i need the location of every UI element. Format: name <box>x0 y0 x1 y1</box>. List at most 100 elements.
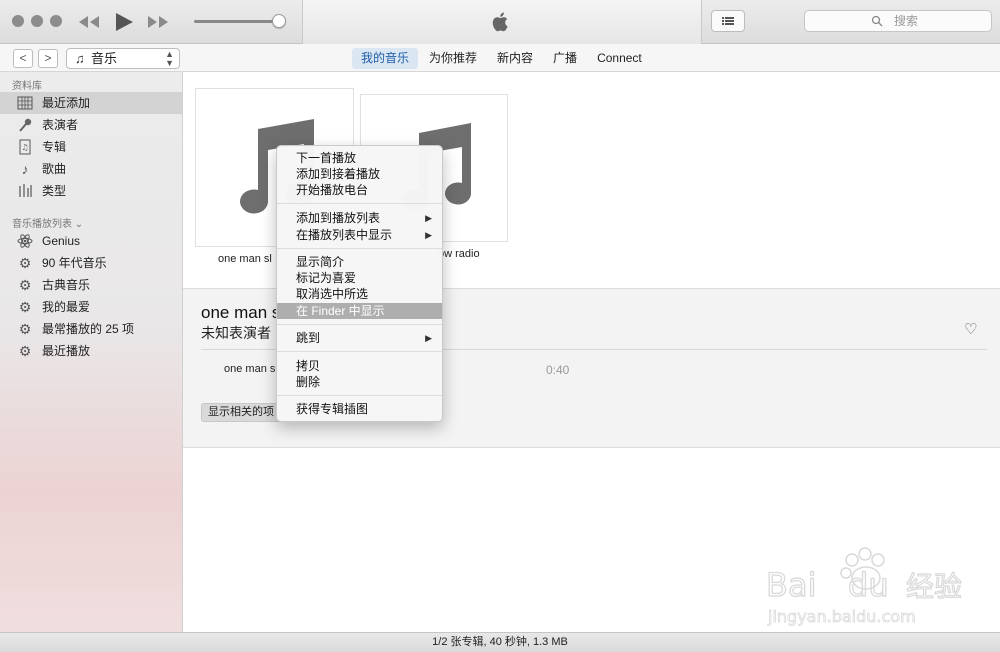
album-detail-title: one man s <box>201 303 281 322</box>
sidebar-item-my-favorites[interactable]: ⚙ 我的最爱 <box>0 296 182 318</box>
svg-text:Bai: Bai <box>766 566 816 604</box>
fast-forward-icon <box>148 16 168 28</box>
album-detail-artist: 未知表演者 <box>201 325 271 341</box>
sidebar-item-label: Genius <box>42 234 81 248</box>
menu-item-love[interactable]: 标记为喜爱 <box>277 270 442 286</box>
svg-text:du: du <box>848 566 889 604</box>
menu-item-show-in-finder[interactable]: 在 Finder 中显示 <box>277 303 442 319</box>
svg-text:♫: ♫ <box>21 143 28 152</box>
menu-item-copy[interactable]: 拷贝 <box>277 358 442 374</box>
sidebar-item-label: 最近添加 <box>42 96 91 110</box>
rewind-button[interactable] <box>77 8 101 36</box>
menu-item-get-info[interactable]: 显示简介 <box>277 254 442 270</box>
sidebar-item-artists[interactable]: 表演者 <box>0 114 182 136</box>
sidebar-item-label: 90 年代音乐 <box>42 256 107 270</box>
chevron-left-icon: < <box>19 51 27 65</box>
fast-forward-button[interactable] <box>146 8 170 36</box>
sidebar-item-90s-music[interactable]: ⚙ 90 年代音乐 <box>0 252 182 274</box>
submenu-arrow-icon: ▶ <box>425 213 432 223</box>
sidebar-item-classical[interactable]: ⚙ 古典音乐 <box>0 274 182 296</box>
chevron-right-icon: > <box>44 51 52 65</box>
sidebar-item-top-25[interactable]: ⚙ 最常播放的 25 项 <box>0 318 182 340</box>
svg-text:经验: 经验 <box>906 570 962 603</box>
sidebar-item-genres[interactable]: 类型 <box>0 180 182 202</box>
tab-radio[interactable]: 广播 <box>544 48 586 69</box>
sidebar-item-label: 类型 <box>42 184 67 198</box>
tab-new[interactable]: 新内容 <box>488 48 542 69</box>
sidebar-item-label: 专辑 <box>42 140 67 154</box>
submenu-arrow-icon: ▶ <box>425 333 432 343</box>
volume-knob[interactable] <box>272 14 286 28</box>
track-title[interactable]: one man s <box>224 363 275 375</box>
apple-icon <box>492 12 508 32</box>
menu-item-delete[interactable]: 删除 <box>277 374 442 390</box>
library-header: 资料库 <box>12 81 42 92</box>
album-title[interactable]: ow radio <box>438 248 480 260</box>
tab-for-you[interactable]: 为你推荐 <box>420 48 486 69</box>
up-next-list-button[interactable] <box>711 10 745 32</box>
back-button[interactable]: < <box>13 49 33 68</box>
show-related-button[interactable]: 显示相关的项 <box>201 403 283 422</box>
status-text: 1/2 张专辑, 40 秒钟, 1.3 MB <box>432 636 568 648</box>
menu-item-uncheck-selection[interactable]: 取消选中所选 <box>277 286 442 302</box>
search-placeholder: 搜索 <box>893 14 918 28</box>
gear-icon: ⚙ <box>18 321 32 337</box>
list-icon <box>722 17 734 25</box>
gear-icon: ⚙ <box>18 299 32 315</box>
media-source-select[interactable]: ♫ 音乐 ▲ ▼ <box>66 48 180 69</box>
sidebar: 资料库 最近添加 表演者 ♫ 专辑 ♪ 歌曲 类型 音乐播放列表 ⌄ Geniu… <box>0 72 183 632</box>
menu-separator <box>277 203 442 204</box>
menu-item-go-to[interactable]: 跳到 ▶ <box>277 330 442 346</box>
menu-separator <box>277 324 442 325</box>
gear-icon: ⚙ <box>18 255 32 271</box>
menu-item-add-to-playlist[interactable]: 添加到播放列表 ▶ <box>277 210 442 226</box>
zoom-window-button[interactable] <box>50 15 62 27</box>
menu-item-start-station[interactable]: 开始播放电台 <box>277 182 442 198</box>
menu-item-play-next[interactable]: 下一首播放 <box>277 150 442 166</box>
sidebar-item-recently-played[interactable]: ⚙ 最近播放 <box>0 340 182 362</box>
close-window-button[interactable] <box>12 15 24 27</box>
svg-text:jingyan.baidu.com: jingyan.baidu.com <box>767 607 916 626</box>
context-menu: 下一首播放 添加到接着播放 开始播放电台 添加到播放列表 ▶ 在播放列表中显示 ▶ … <box>276 145 443 422</box>
grid-icon <box>17 95 33 111</box>
sidebar-item-label: 表演者 <box>42 118 79 132</box>
sidebar-item-label: 最常播放的 25 项 <box>42 322 135 336</box>
sidebar-item-label: 最近播放 <box>42 344 91 358</box>
note-icon: ♪ <box>21 161 29 177</box>
media-source-label: 音乐 <box>91 51 118 66</box>
sidebar-item-label: 歌曲 <box>42 162 67 176</box>
atom-icon <box>17 233 33 249</box>
heart-icon[interactable]: ♡ <box>964 322 980 337</box>
tab-connect[interactable]: Connect <box>588 48 651 69</box>
album-title[interactable]: one man sl <box>218 253 272 265</box>
menu-item-add-to-up-next[interactable]: 添加到接着播放 <box>277 166 442 182</box>
forward-button[interactable]: > <box>38 49 58 68</box>
chevron-down-icon: ⌄ <box>72 219 84 230</box>
itunes-window: 搜索 < > ♫ 音乐 ▲ ▼ 我的音乐 为你推荐 新内容 广播 Connect 资料库 … <box>0 0 1000 652</box>
volume-slider[interactable] <box>194 20 282 23</box>
library-tabs: 我的音乐 为你推荐 新内容 广播 Connect <box>352 48 653 69</box>
sidebar-item-genius[interactable]: Genius <box>0 230 182 252</box>
menu-item-get-album-artwork[interactable]: 获得专辑插图 <box>277 401 442 417</box>
updown-chevron-icon: ▲ ▼ <box>165 49 174 68</box>
sidebar-item-label: 古典音乐 <box>42 278 91 292</box>
search-field[interactable]: 搜索 <box>804 10 992 32</box>
tab-my-music[interactable]: 我的音乐 <box>352 48 419 69</box>
play-button[interactable] <box>113 8 135 36</box>
playlists-header[interactable]: 音乐播放列表 ⌄ <box>12 215 83 230</box>
title-bar: 搜索 <box>0 0 1000 44</box>
sidebar-item-albums[interactable]: ♫ 专辑 <box>0 136 182 158</box>
menu-item-show-in-playlist[interactable]: 在播放列表中显示 ▶ <box>277 227 442 243</box>
play-icon <box>116 13 133 31</box>
search-icon <box>871 15 883 27</box>
gear-icon: ⚙ <box>18 343 32 359</box>
minimize-window-button[interactable] <box>31 15 43 27</box>
submenu-arrow-icon: ▶ <box>425 230 432 240</box>
sidebar-item-label: 我的最爱 <box>42 300 91 314</box>
sidebar-item-recently-added[interactable]: 最近添加 <box>0 92 182 114</box>
status-bar: 1/2 张专辑, 40 秒钟, 1.3 MB <box>0 632 1000 652</box>
microphone-icon <box>17 117 33 133</box>
menu-separator <box>277 395 442 396</box>
gear-icon: ⚙ <box>18 277 32 293</box>
sidebar-item-songs[interactable]: ♪ 歌曲 <box>0 158 182 180</box>
